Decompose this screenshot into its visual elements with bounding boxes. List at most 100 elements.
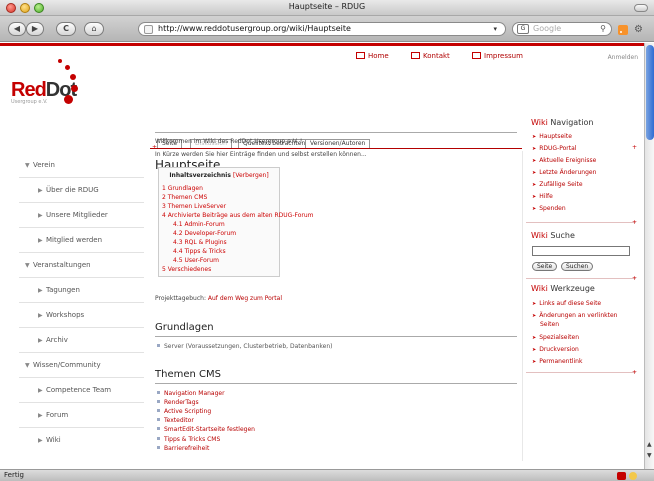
- toc-entry[interactable]: 4.4 Tipps & Tricks: [173, 248, 226, 255]
- sidebar-item-tagungen[interactable]: ▶ Tagungen: [19, 278, 144, 303]
- sidebar-item-mitglied-werden[interactable]: ▶ Mitglied werden: [19, 228, 144, 253]
- gear-icon[interactable]: ⚙: [634, 24, 643, 35]
- toc-entry[interactable]: 4.1 Admin-Forum: [173, 221, 225, 228]
- wiki-tool-label: Spezialseiten: [539, 334, 580, 341]
- sidebar-item-competence[interactable]: ▶ Competence Team: [19, 378, 144, 403]
- list-item[interactable]: Active Scripting: [157, 408, 211, 415]
- nav-home-label[interactable]: Home: [368, 52, 389, 60]
- sidebar-item-archiv[interactable]: ▶ Archiv: [19, 328, 144, 353]
- toolbar-toggle-button[interactable]: [634, 4, 648, 12]
- nav-kontakt-label[interactable]: Kontakt: [423, 52, 450, 60]
- address-bar[interactable]: http://www.reddotusergroup.org/wiki/Haup…: [138, 22, 506, 36]
- list-item-label: Tipps & Tricks CMS: [164, 436, 221, 443]
- back-button[interactable]: ◀: [8, 22, 26, 36]
- url-text[interactable]: http://www.reddotusergroup.org/wiki/Haup…: [158, 23, 351, 35]
- sidebar-item-wissen[interactable]: ▼ Wissen/Community: [19, 353, 144, 378]
- sidebar-item-verein[interactable]: ▼ Verein: [19, 153, 144, 178]
- toc-entry[interactable]: 1 Grundlagen: [162, 185, 203, 192]
- vertical-scrollbar[interactable]: ▲ ▼: [644, 43, 654, 469]
- go-button[interactable]: Seite: [532, 262, 558, 271]
- header-red-bar: [0, 43, 644, 46]
- projekt-link[interactable]: Auf dem Weg zum Portal: [208, 295, 282, 302]
- status-bar: Fertig: [0, 469, 654, 481]
- sidebar-item-label: Wiki: [46, 436, 61, 444]
- nav-home[interactable]: Home: [356, 52, 389, 60]
- list-item[interactable]: Tipps & Tricks CMS: [157, 436, 220, 443]
- search-button[interactable]: Suchen: [561, 262, 594, 271]
- adblock-icon[interactable]: [617, 472, 626, 480]
- scroll-up-icon[interactable]: ▲: [647, 441, 652, 448]
- toc-entry[interactable]: 4 Archivierte Beiträge aus dem alten RDU…: [162, 212, 314, 219]
- bullet-icon: [157, 437, 160, 440]
- list-item[interactable]: RenderTags: [157, 399, 199, 406]
- sidebar-item-label: Forum: [46, 411, 69, 419]
- chevron-down-icon[interactable]: ▾: [493, 23, 497, 35]
- sidebar-item-wiki[interactable]: ▶ Wiki: [19, 428, 144, 453]
- corner-plus-icon: +: [152, 144, 158, 151]
- wiki-nav-item[interactable]: ➤ Letzte Änderungen: [532, 169, 596, 176]
- scrollbar-thumb[interactable]: [646, 45, 654, 140]
- list-item[interactable]: SmartEdit-Startseite festlegen: [157, 426, 255, 433]
- nav-kontakt[interactable]: Kontakt: [411, 52, 450, 60]
- wiki-tool-label: Permanentlink: [539, 358, 583, 365]
- list-item-label: Navigation Manager: [164, 390, 225, 397]
- chevron-right-icon: ▶: [38, 187, 43, 194]
- yslow-icon[interactable]: [629, 472, 637, 480]
- heading-cms: Themen CMS: [155, 369, 221, 380]
- wiki-nav-item[interactable]: ➤ RDUG-Portal: [532, 145, 576, 152]
- search-field[interactable]: G Google ⚲: [512, 22, 612, 36]
- rss-icon[interactable]: [618, 25, 628, 35]
- list-item[interactable]: Texteditor: [157, 417, 194, 424]
- chevron-right-icon: ▶: [38, 412, 43, 419]
- wiki-tool-item[interactable]: ➤ Spezialseiten: [532, 334, 579, 341]
- list-item[interactable]: Server (Voraussetzungen, Clusterbetrieb,…: [157, 343, 332, 350]
- favicon-icon: [144, 25, 153, 34]
- sidebar-item-label: Tagungen: [46, 286, 80, 294]
- wiki-tool-item-cont[interactable]: Seiten: [540, 321, 559, 328]
- wiki-nav-item[interactable]: ➤ Hauptseite: [532, 133, 572, 140]
- tab-versionen[interactable]: Versionen/Autoren: [305, 139, 371, 148]
- wiki-nav-item[interactable]: ➤ Aktuelle Ereignisse: [532, 157, 596, 164]
- intro-text-1: Willkommen im Wiki des RedDot Usergroup …: [155, 138, 303, 145]
- sidebar-item-forum[interactable]: ▶ Forum: [19, 403, 144, 428]
- wiki-tool-item[interactable]: ➤ Änderungen an verlinkten: [532, 312, 617, 319]
- login-link[interactable]: Anmelden: [608, 54, 638, 61]
- toc-entry[interactable]: 3 Themen LiveServer: [162, 203, 226, 210]
- chevron-right-icon: ▶: [38, 387, 43, 394]
- sidebar-item-workshops[interactable]: ▶ Workshops: [19, 303, 144, 328]
- chevron-down-icon: ▼: [25, 362, 30, 369]
- sidebar-item-mitglieder[interactable]: ▶ Unsere Mitglieder: [19, 203, 144, 228]
- wiki-nav-item[interactable]: ➤ Hilfe: [532, 193, 553, 200]
- search-icon[interactable]: ⚲: [600, 24, 606, 33]
- toc-entry[interactable]: 5 Verschiedenes: [162, 266, 211, 273]
- toc-entry[interactable]: 4.2 Developer-Forum: [173, 230, 236, 237]
- sidebar-item-veranstaltungen[interactable]: ▼ Veranstaltungen: [19, 253, 144, 278]
- heading-rest: Werkzeuge: [547, 284, 595, 293]
- wiki-nav-item[interactable]: ➤ Spenden: [532, 205, 566, 212]
- wiki-tool-item[interactable]: ➤ Permanentlink: [532, 358, 582, 365]
- wiki-nav-item[interactable]: ➤ Zufällige Seite: [532, 181, 583, 188]
- section-divider: [526, 372, 636, 373]
- home-icon: ⌂: [91, 24, 97, 33]
- projekt-line: Projekttagebuch: Auf dem Weg zum Portal: [155, 295, 282, 302]
- toc-entry[interactable]: 4.5 User-Forum: [173, 257, 219, 264]
- home-button[interactable]: ⌂: [84, 22, 104, 36]
- forward-button[interactable]: ▶: [26, 22, 44, 36]
- toc-toggle-link[interactable]: [Verbergen]: [233, 172, 269, 179]
- wiki-tool-item[interactable]: ➤ Druckversion: [532, 346, 579, 353]
- chevron-right-icon: ▶: [38, 312, 43, 319]
- bullet-icon: [157, 427, 160, 430]
- toc-entry[interactable]: 2 Themen CMS: [162, 194, 207, 201]
- nav-impressum-label[interactable]: Impressum: [484, 52, 523, 60]
- google-icon[interactable]: G: [517, 24, 529, 34]
- nav-impressum[interactable]: Impressum: [472, 52, 523, 60]
- toc-entry[interactable]: 4.3 RQL & Plugins: [173, 239, 227, 246]
- reload-button[interactable]: C: [56, 22, 76, 36]
- sidebar-item-ueber[interactable]: ▶ Über die RDUG: [19, 178, 144, 203]
- wiki-tool-item[interactable]: ➤ Links auf diese Seite: [532, 300, 601, 307]
- wiki-search-input[interactable]: [532, 246, 630, 256]
- title-bar: Hauptseite – RDUG: [0, 0, 654, 16]
- list-item[interactable]: Barrierefreiheit: [157, 445, 209, 452]
- scroll-down-icon[interactable]: ▼: [647, 452, 652, 459]
- list-item[interactable]: Navigation Manager: [157, 390, 225, 397]
